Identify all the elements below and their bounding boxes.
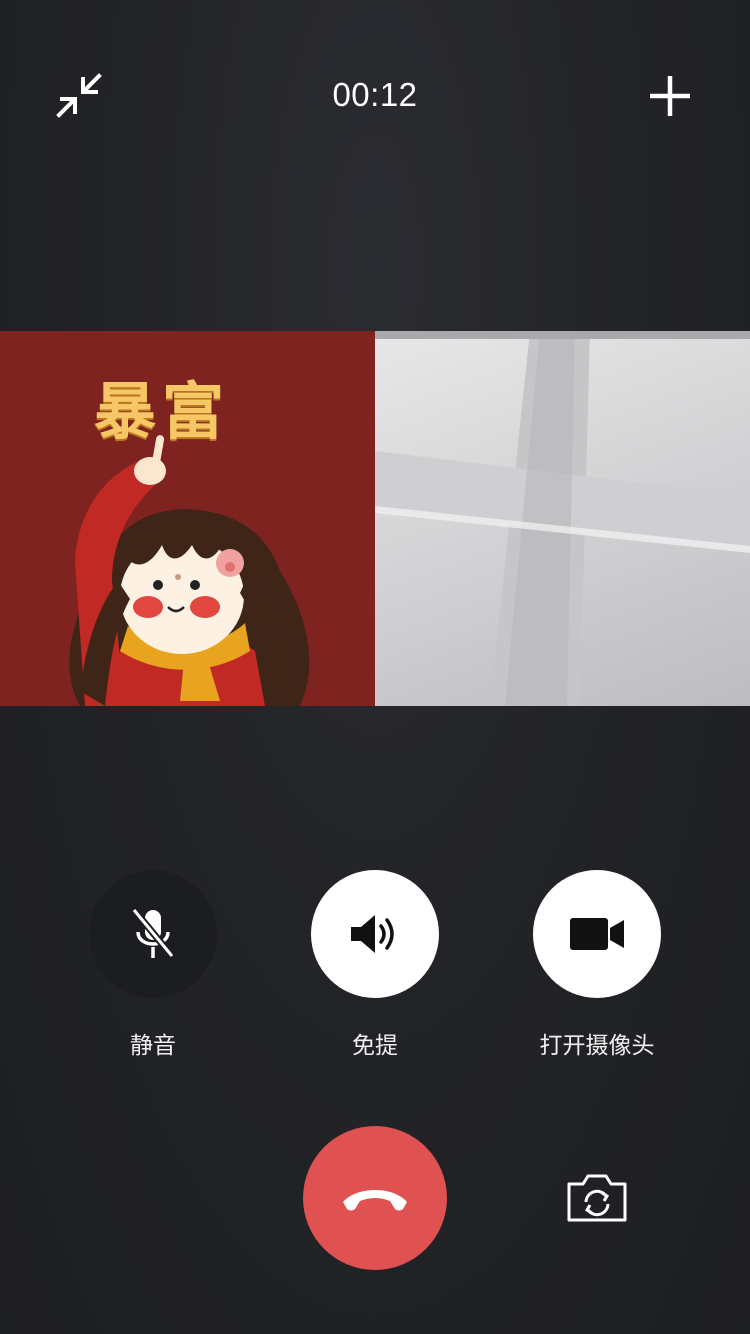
plus-icon (650, 76, 690, 116)
hangup-button[interactable] (303, 1126, 447, 1270)
camera-label: 打开摄像头 (539, 1033, 655, 1059)
self-camera-preview (375, 331, 750, 706)
speaker-icon (351, 915, 394, 953)
call-controls: 静音 免提 打开摄像头 (0, 860, 750, 1060)
call-timer: 00:12 (332, 76, 418, 113)
remote-video-tile[interactable]: 暴富 (0, 331, 375, 706)
camera-switch-icon (567, 1174, 627, 1222)
mute-button[interactable]: 静音 (63, 870, 243, 1060)
video-area: 暴富 (0, 331, 750, 706)
switch-camera-button[interactable] (566, 1172, 628, 1224)
speaker-button-circle[interactable] (311, 870, 439, 998)
speaker-label: 免提 (352, 1033, 398, 1059)
self-video-tile[interactable] (375, 331, 750, 706)
add-participant-button[interactable] (646, 72, 694, 120)
mic-off-icon (131, 907, 175, 959)
camera-button[interactable]: 打开摄像头 (507, 870, 687, 1060)
remote-overlay-text: 暴富 (94, 375, 231, 448)
camera-button-circle[interactable] (533, 870, 661, 998)
phone-hangup-icon (343, 1190, 407, 1211)
mute-label: 静音 (130, 1033, 176, 1059)
speaker-button[interactable]: 免提 (285, 870, 465, 1060)
mute-button-circle[interactable] (89, 870, 217, 998)
top-bar: 00:12 (0, 0, 750, 190)
video-camera-icon (570, 918, 624, 950)
